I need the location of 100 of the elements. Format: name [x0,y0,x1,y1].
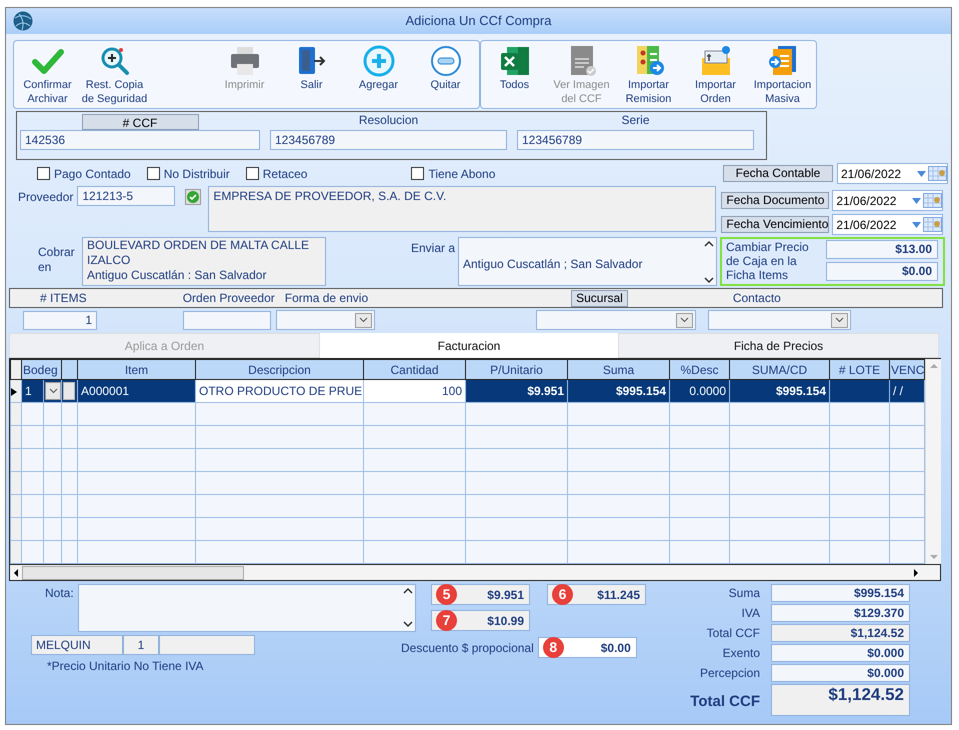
scroll-up-icon [702,238,716,248]
input-field[interactable]: 123456789 [270,130,507,150]
date-label-button[interactable]: Fecha Documento [721,192,830,209]
field-label-button[interactable]: # CCF [82,114,198,130]
total-label: IVA [740,605,760,622]
table-cell: A000001 [78,380,196,402]
input-field[interactable]: 123456789 [517,130,754,150]
total-value: $995.154 [771,584,910,602]
scrollbar-thumb[interactable] [22,566,244,580]
amount-value: $10.99 [487,612,524,630]
checkbox-label: No Distribuir [164,166,230,182]
tab[interactable]: Ficha de Precios [618,333,939,358]
row-pointer-icon [12,388,17,396]
column-header: Cantidad [364,360,466,380]
table-cell: 0.0000 [670,380,730,402]
check-circle-icon [185,188,202,205]
field-label: Resolucion [358,112,418,129]
toolbar-button[interactable]: Importar Remision [615,41,682,108]
note-field[interactable] [78,584,416,632]
calendar-icon [923,217,942,232]
date-field[interactable]: 21/06/2022 [832,214,944,235]
checkbox[interactable] [146,167,160,180]
value-field: $13.00 [826,240,938,259]
table-cell: 1 [22,380,44,402]
toolbar-button[interactable]: Confirmar Archivar [14,41,81,108]
total-value: $1,124.52 [771,624,910,642]
address-box: BOULEVARD ORDEN DE MALTA CALLE IZALCO Antiguo Cuscatlán : San Salvador [82,237,326,286]
number-field: 1 [123,635,159,655]
dropdown-field[interactable] [276,310,375,330]
table-cell: $9.951 [466,380,568,402]
toolbar-button[interactable]: Agregar [345,41,412,108]
table-cell[interactable]: OTRO PRODUCTO DE PRUE [196,380,364,402]
date-label-button[interactable]: Fecha Contable [723,165,833,182]
table-cell[interactable]: 100 [364,380,466,402]
total-value: $129.370 [771,604,910,622]
scroll-down-icon [702,275,716,285]
field-label: Cobrar en [38,244,76,276]
total-value: $0.000 [771,644,910,662]
dropdown-field[interactable] [708,310,851,330]
total-label: Percepcion [698,665,760,682]
total-label: Suma [728,585,760,602]
amount-value: $0.00 [600,640,631,656]
table-cell: / / [890,380,925,402]
toolbar-button[interactable]: Importacion Masiva [749,41,816,108]
column-header: Descripcion [196,360,364,380]
window-title: Adiciona Un CCf Compra [404,12,552,30]
text-box: EMPRESA DE PROVEEDOR, S.A. DE C.V. [208,186,716,232]
date-label-button[interactable]: Fecha Vencimiento [721,216,830,233]
input-field[interactable] [183,310,271,330]
calendar-icon [928,166,947,181]
column-label: Orden Proveedor [182,290,275,307]
checkbox-label: Tiene Abono [428,166,496,182]
column-label: # ITEMS [40,290,87,307]
plus-circle-icon [362,44,396,78]
address-box[interactable]: Antiguo Cuscatlán ; San Salvador [458,237,717,286]
tab[interactable]: Facturacion [320,333,618,358]
address-text: Antiguo Cuscatlán ; San Salvador [463,256,644,273]
panel-label: Cambiar Precio de Caja en la Ficha Items [726,240,810,283]
checkbox[interactable] [411,167,424,180]
dropdown-field[interactable] [536,310,696,330]
dropdown-button[interactable] [45,382,61,400]
grand-total-label: Total CCF [689,692,760,712]
field-label: Nota: [45,585,75,602]
date-value: 21/06/2022 [841,166,902,182]
checkbox[interactable] [37,167,50,180]
toolbar-button[interactable]: Salir [278,41,345,108]
chevron-down-icon [680,317,689,323]
number-badge: 8 [542,637,564,658]
input-field[interactable]: 121213-5 [77,186,176,206]
column-header: VENC [890,360,925,380]
checkbox-cell[interactable] [63,382,76,400]
toolbar-button[interactable]: Quitar [412,41,479,108]
toolbar-button[interactable]: Todos [481,41,548,108]
amount-value: $9.951 [487,586,524,604]
calendar-icon [923,193,942,208]
input-field[interactable]: 142536 [20,130,260,150]
chevron-down-icon [835,317,844,323]
column-label: Contacto [732,290,781,307]
user-field: MELQUIN [31,635,123,655]
toolbar-button[interactable]: Rest. Copia de Seguridad [81,41,148,108]
chevron-down-icon [359,317,368,323]
total-value: $0.000 [771,664,910,682]
total-label: Exento [722,645,760,662]
label-button[interactable]: Sucursal [571,290,628,306]
column-header: Bodeg [22,360,62,380]
field-label: Proveedor [18,189,74,206]
number-badge: 5 [436,584,457,605]
date-field[interactable]: 21/06/2022 [837,163,948,184]
toolbar-button[interactable]: Importar Orden [682,41,749,108]
grand-total-value: $1,124.52 [771,684,910,716]
number-badge: 6 [552,584,573,605]
table-cell: $995.154 [730,380,830,402]
field-label: Descuento $ propocional [401,640,534,656]
date-field[interactable]: 21/06/2022 [832,190,944,211]
column-header: # LOTE [830,360,890,380]
value-field: $0.00 [826,262,938,281]
checkbox[interactable] [246,167,259,180]
input-field[interactable]: 1 [23,310,97,330]
checkbox-label: Pago Contado [54,166,131,182]
dropdown-arrow-icon [917,170,926,176]
